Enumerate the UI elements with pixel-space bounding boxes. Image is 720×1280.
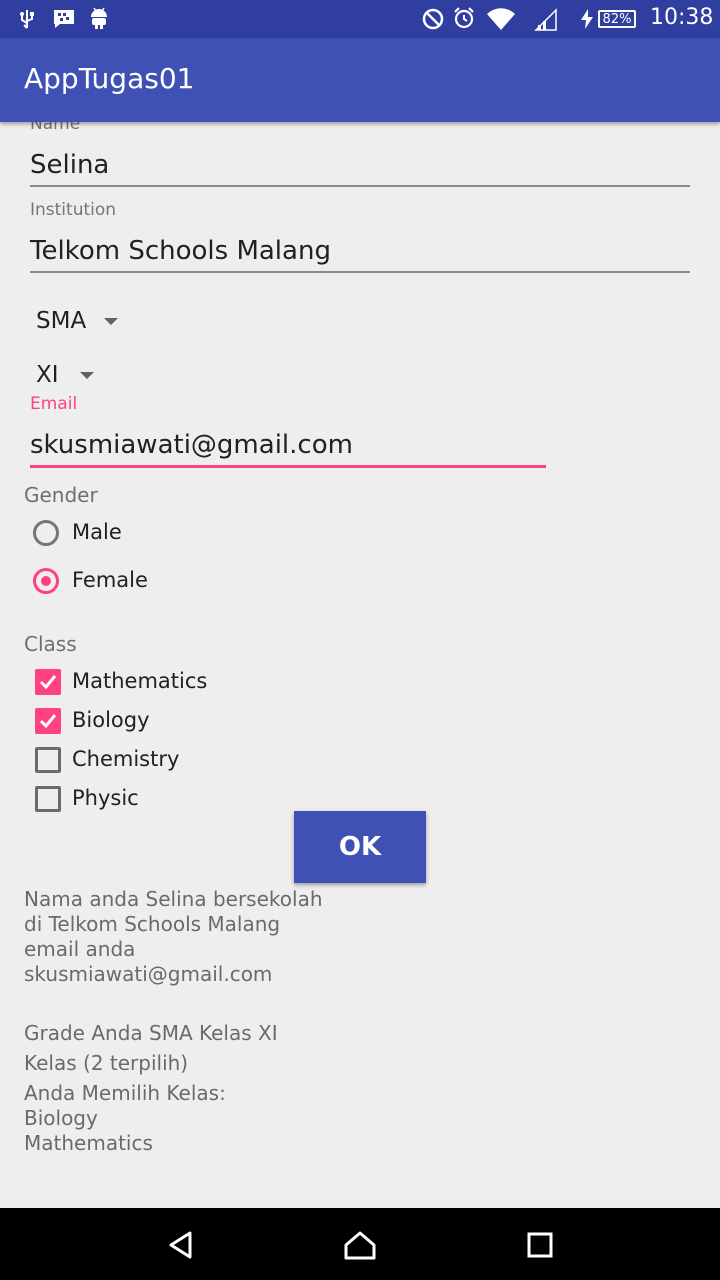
navigation-bar [0, 1208, 720, 1280]
email-field[interactable]: skusmiawati@gmail.com [30, 430, 353, 460]
radio-male[interactable]: Male [33, 520, 233, 550]
radio-female-label: Female [72, 568, 148, 592]
institution-field[interactable]: Telkom Schools Malang [30, 236, 331, 266]
signal-icon [534, 8, 557, 31]
checkbox-physic-label: Physic [72, 786, 139, 810]
charging-icon [581, 9, 593, 29]
result-line: skusmiawati@gmail.com [24, 962, 273, 986]
dropdown-arrow-icon [80, 372, 94, 379]
class-count-text: Kelas (2 terpilih) [24, 1051, 189, 1075]
alarm-icon [454, 7, 474, 29]
do-not-disturb-icon [422, 8, 444, 30]
home-icon[interactable] [343, 1230, 377, 1260]
recents-icon[interactable] [527, 1232, 553, 1258]
institution-label: Institution [30, 200, 117, 220]
chosen-item: Biology [24, 1106, 98, 1130]
form-content[interactable]: Name Selina Institution Telkom Schools M… [0, 122, 720, 1208]
grade-text: Grade Anda SMA Kelas XI [24, 1021, 278, 1045]
name-label: Name [30, 122, 81, 134]
checkbox-biology[interactable]: Biology [35, 708, 295, 738]
chosen-classes: Anda Memilih Kelas: Biology Mathematics [24, 1081, 226, 1156]
checkbox-icon [35, 747, 61, 773]
email-underline [30, 465, 546, 468]
result-line: Nama anda Selina bersekolah [24, 887, 323, 911]
name-underline [30, 185, 690, 187]
clock: 10:38 [650, 5, 714, 30]
checkbox-chemistry[interactable]: Chemistry [35, 747, 295, 777]
radio-button-icon [33, 520, 59, 546]
checkbox-mathematics-label: Mathematics [72, 669, 208, 693]
chosen-item: Mathematics [24, 1131, 153, 1155]
grade-spinner-value: XI [36, 362, 59, 388]
radio-button-checked-icon [33, 568, 59, 594]
usb-icon [20, 10, 34, 29]
class-label: Class [24, 632, 77, 656]
level-spinner-value: SMA [36, 308, 87, 334]
result-line: di Telkom Schools Malang [24, 912, 281, 936]
checkbox-checked-icon [35, 669, 61, 695]
name-field[interactable]: Selina [30, 150, 109, 180]
back-icon[interactable] [166, 1230, 196, 1260]
ok-button[interactable]: OK [294, 811, 426, 883]
battery-indicator: 82% [598, 10, 636, 28]
app-bar: AppTugas01 [0, 38, 720, 122]
radio-female[interactable]: Female [33, 568, 233, 598]
checkbox-physic[interactable]: Physic [35, 786, 295, 816]
institution-underline [30, 271, 690, 273]
radio-male-label: Male [72, 520, 122, 544]
grade-spinner[interactable]: XI [36, 362, 116, 392]
checkbox-icon [35, 786, 61, 812]
checkbox-biology-label: Biology [72, 708, 150, 732]
bbm-icon [54, 10, 74, 28]
result-summary: Nama anda Selina bersekolah di Telkom Sc… [24, 887, 424, 987]
level-spinner[interactable]: SMA [36, 308, 136, 338]
dropdown-arrow-icon [104, 318, 118, 325]
checkbox-mathematics[interactable]: Mathematics [35, 669, 295, 699]
app-title: AppTugas01 [24, 62, 195, 95]
checkbox-chemistry-label: Chemistry [72, 747, 180, 771]
wifi-icon [487, 8, 515, 30]
gender-label: Gender [24, 483, 98, 507]
status-bar: 82% 10:38 [0, 0, 720, 38]
chosen-header: Anda Memilih Kelas: [24, 1081, 226, 1105]
email-label: Email [30, 394, 78, 414]
android-icon [91, 7, 107, 29]
checkbox-checked-icon [35, 708, 61, 734]
result-line: email anda [24, 937, 136, 961]
